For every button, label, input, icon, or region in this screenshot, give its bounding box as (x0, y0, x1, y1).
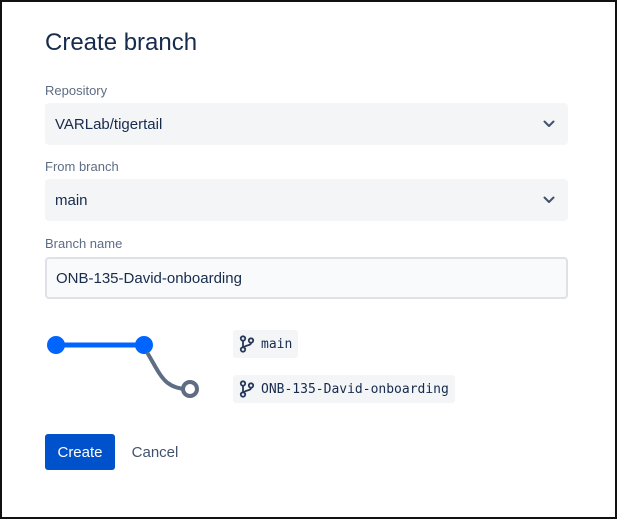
git-branch-icon (239, 380, 255, 398)
new-branch-name: ONB-135-David-onboarding (261, 381, 449, 397)
branch-name-input[interactable] (45, 257, 568, 299)
from-branch-select[interactable]: main (45, 179, 568, 221)
create-branch-dialog: Create branch Repository VARLab/tigertai… (0, 0, 617, 519)
from-branch-label: From branch (45, 159, 119, 174)
source-branch-start-node (47, 336, 65, 354)
branch-diagram (47, 336, 199, 398)
chevron-down-icon (540, 115, 558, 133)
git-branch-icon (239, 335, 255, 353)
from-branch-select-value: main (55, 191, 88, 209)
new-branch-node (181, 380, 199, 398)
source-branch-tag: main (233, 330, 299, 358)
repository-select-value: VARLab/tigertail (55, 115, 163, 133)
new-branch-tag: ONB-135-David-onboarding (233, 375, 455, 403)
cancel-button[interactable]: Cancel (120, 434, 190, 470)
chevron-down-icon (540, 191, 558, 209)
new-branch-curve (146, 352, 188, 391)
create-button[interactable]: Create (45, 434, 115, 470)
source-branch-name: main (261, 336, 293, 352)
repository-label: Repository (45, 83, 108, 98)
source-branch-head-node (135, 336, 153, 354)
branch-name-label: Branch name (45, 236, 123, 251)
repository-select[interactable]: VARLab/tigertail (45, 103, 568, 145)
dialog-title: Create branch (45, 29, 198, 56)
